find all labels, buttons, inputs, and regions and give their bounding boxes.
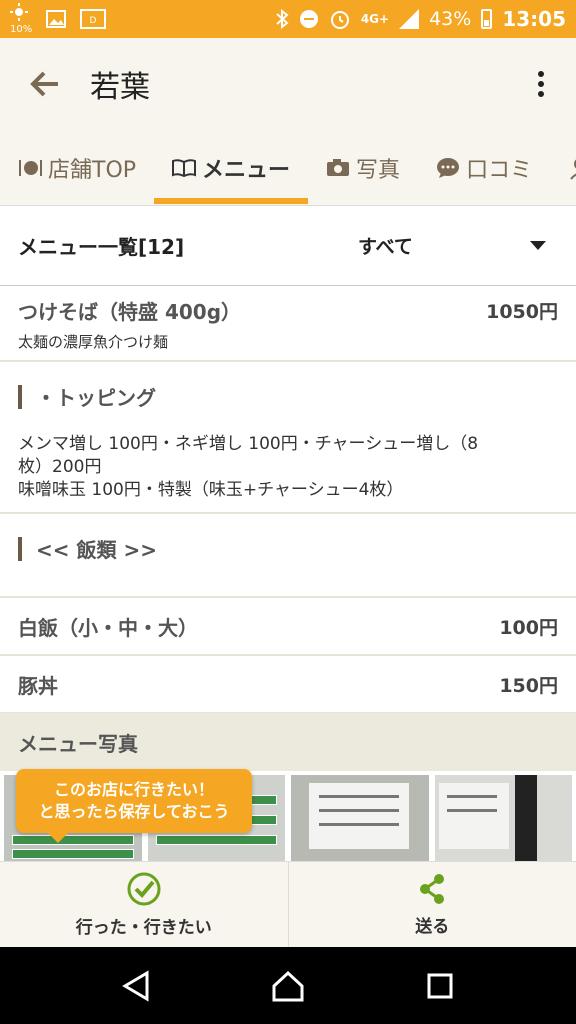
battery-percent: 43%	[429, 8, 472, 30]
tab-label: 口コミ	[466, 157, 533, 183]
brightness-label: 10%	[10, 24, 33, 35]
svg-text:D: D	[90, 16, 97, 26]
dropdown-arrow-icon	[530, 241, 546, 250]
nav-recents-button[interactable]	[410, 956, 470, 1016]
send-label: 送る	[415, 917, 450, 937]
tab-photos[interactable]: 写真	[308, 130, 418, 205]
image-icon	[46, 10, 67, 28]
section-title: ・トッピング	[18, 382, 558, 411]
back-button[interactable]	[0, 38, 90, 130]
home-icon	[272, 970, 304, 1001]
system-nav-bar	[0, 947, 576, 1024]
menu-list-title: メニュー一覧[12]	[18, 235, 185, 259]
tab-menu[interactable]: メニュー	[154, 130, 309, 205]
alarm-icon	[329, 8, 351, 30]
menu-photo-header: メニュー写真	[0, 713, 576, 771]
tab-bar: 店舗TOP メニュー 写真 口コミ	[0, 130, 576, 206]
check-circle-icon	[127, 872, 161, 906]
tooltip-line: と思ったら保存しておこう	[38, 802, 230, 821]
do-not-disturb-icon	[299, 9, 319, 29]
tab-label: メニュー	[202, 157, 291, 183]
tab-label: 写真	[356, 157, 401, 183]
menu-item[interactable]: つけそば（特盛 400g） 1050円 太麺の濃厚魚介つけ麺	[0, 286, 576, 362]
menu-item-name: 白飯（小・中・大）	[18, 615, 198, 640]
tab-store-top[interactable]: 店舗TOP	[0, 130, 154, 205]
bluetooth-icon	[275, 9, 289, 29]
menu-item-price: 100円	[499, 616, 558, 639]
save-hint-tooltip: このお店に行きたい！ と思ったら保存しておこう	[16, 769, 252, 843]
send-button[interactable]: 送る	[287, 862, 576, 947]
book-icon	[172, 158, 197, 177]
arrow-left-icon	[30, 71, 58, 97]
topping-line: 味噌味玉 100円・特製（味玉+チャーシュー4枚）	[18, 480, 404, 500]
section-bar	[18, 384, 22, 409]
menu-photo-thumbnail[interactable]	[291, 775, 429, 861]
fork-knife-icon	[19, 159, 42, 176]
tab-more[interactable]	[550, 130, 576, 205]
triangle-back-icon	[122, 969, 149, 1002]
menu-item-price: 150円	[499, 674, 558, 697]
status-bar: 10% D 4G+ 43% 13:05	[0, 0, 576, 38]
section-title-text: ・トッピング	[36, 386, 156, 410]
nav-home-button[interactable]	[258, 956, 318, 1016]
speech-bubble-icon	[437, 157, 460, 178]
person-icon	[570, 159, 576, 180]
section-bar	[18, 536, 22, 561]
tooltip-line: このお店に行きたい！	[53, 780, 214, 799]
menu-item[interactable]: 豚丼 150円	[0, 656, 576, 714]
went-want-label: 行った・行きたい	[75, 918, 212, 938]
topping-section: ・トッピング メンマ増し 100円・ネギ増し 100円・チャーシュー増し（8 枚…	[0, 362, 576, 514]
topping-line: 枚）200円	[18, 457, 102, 477]
menu-item-price: 1050円	[486, 301, 558, 323]
menu-item[interactable]: 白飯（小・中・大） 100円	[0, 598, 576, 656]
square-recents-icon	[427, 973, 453, 998]
battery-icon	[481, 9, 493, 29]
category-filter-dropdown[interactable]: すべて	[358, 232, 558, 259]
nav-back-button[interactable]	[106, 956, 166, 1016]
menu-content: つけそば（特盛 400g） 1050円 太麺の濃厚魚介つけ麺 ・トッピング メン…	[0, 286, 576, 714]
rice-section: << 飯類 >>	[0, 514, 576, 598]
menu-item-name: つけそば（特盛 400g）	[18, 300, 242, 324]
tab-label: 店舗TOP	[48, 157, 137, 183]
page-title: 若葉	[90, 70, 150, 105]
section-title: << 飯類 >>	[18, 534, 558, 563]
brightness-icon: 10%	[10, 3, 32, 35]
clock: 13:05	[502, 7, 566, 31]
topping-line: メンマ増し 100円・ネギ増し 100円・チャーシュー増し（8	[18, 434, 479, 454]
tab-reviews[interactable]: 口コミ	[418, 130, 550, 205]
share-icon	[420, 874, 445, 904]
bottom-action-bar: 行った・行きたい 送る	[0, 861, 576, 947]
menu-list-header: メニュー一覧[12] すべて	[0, 206, 576, 286]
menu-photo-thumbnail[interactable]	[434, 775, 572, 861]
app-bar: 若葉	[0, 38, 576, 130]
signal-icon	[399, 9, 420, 29]
filter-value: すべて	[358, 236, 413, 258]
app-notification-icon: D	[80, 9, 107, 29]
more-vert-icon	[538, 71, 544, 97]
overflow-menu-button[interactable]	[506, 38, 576, 130]
camera-icon	[327, 158, 350, 176]
network-type: 4G+	[360, 12, 390, 26]
menu-item-name: 豚丼	[18, 673, 58, 698]
menu-item-description: 太麺の濃厚魚介つけ麺	[18, 333, 169, 351]
went-want-button[interactable]: 行った・行きたい	[0, 862, 288, 947]
section-title-text: << 飯類 >>	[36, 538, 157, 562]
